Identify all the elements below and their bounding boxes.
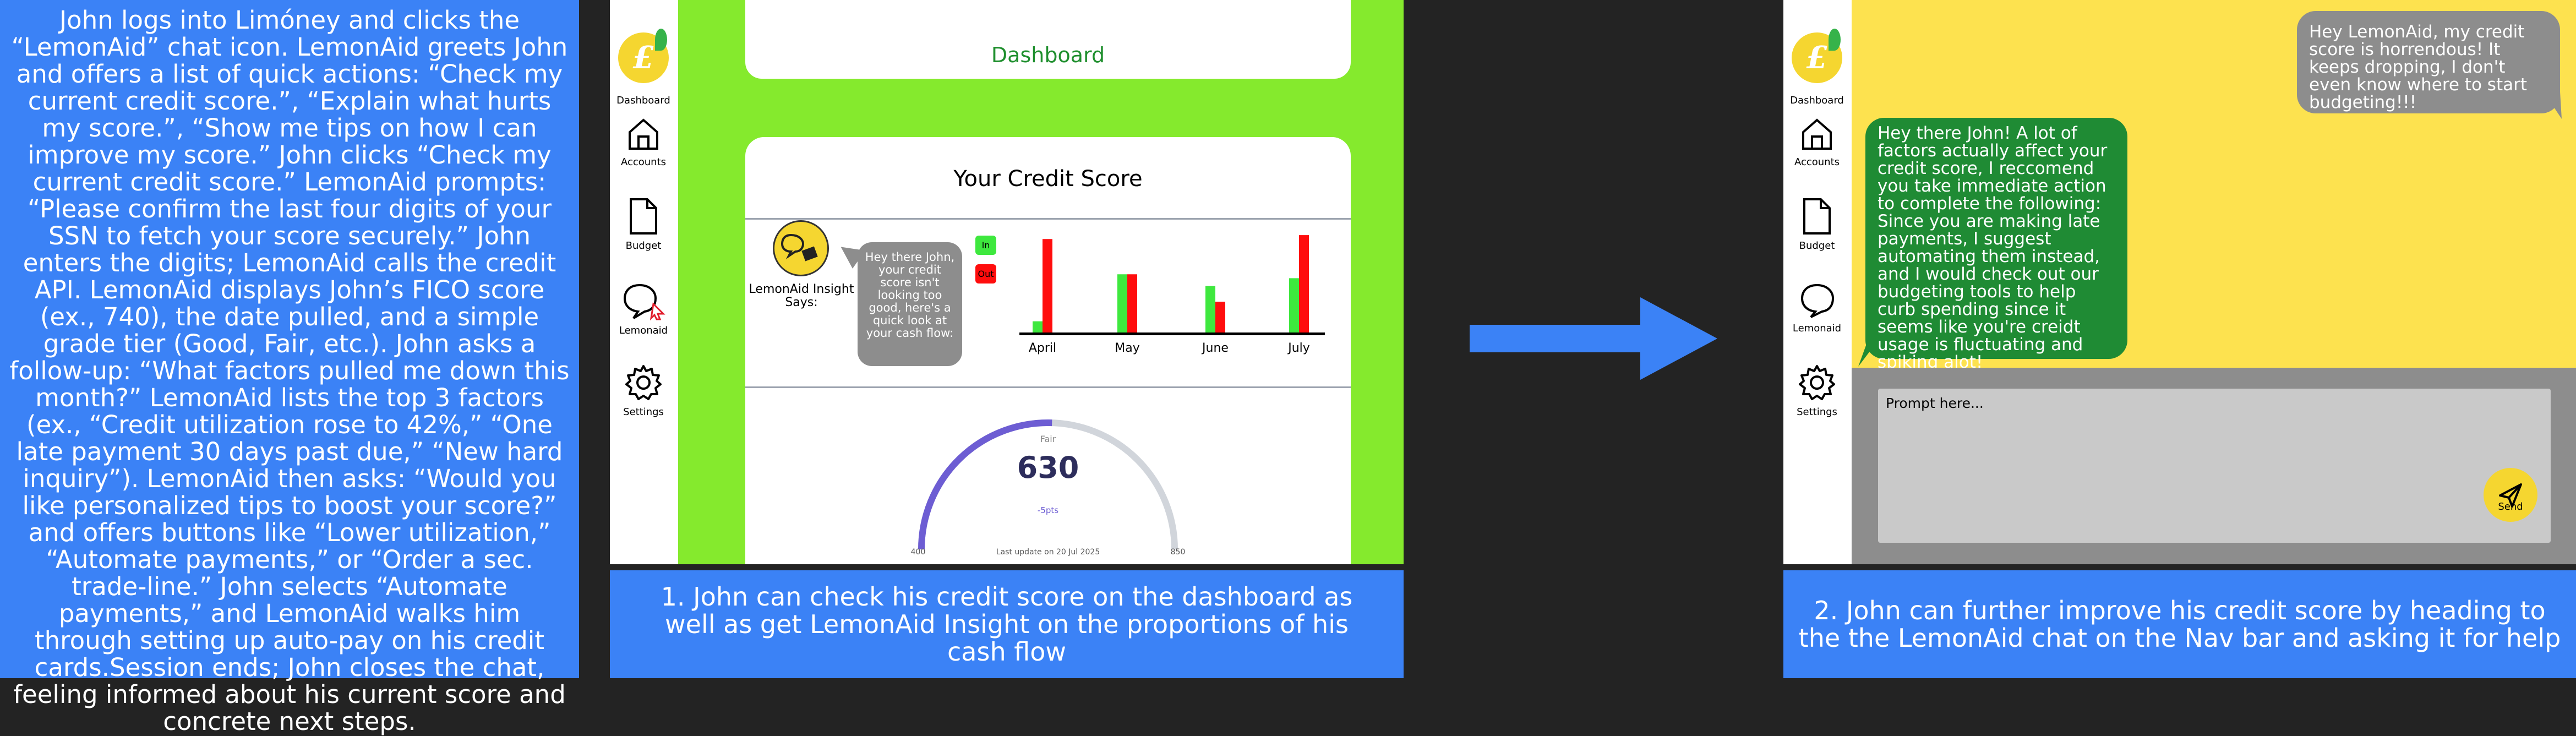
caption-text: 2. John can further improve his credit s… — [1798, 596, 2561, 653]
gear-icon — [625, 365, 662, 400]
nav-item-accounts[interactable]: Accounts — [1783, 116, 1851, 168]
caption-text: 1. John can check his credit score on th… — [661, 582, 1353, 667]
score-delta: -5pts — [1037, 505, 1059, 515]
nav-label: Accounts — [1794, 156, 1840, 168]
bar-in-may — [1117, 274, 1127, 333]
story-text: John logs into Limóney and clicks the “L… — [9, 6, 570, 736]
gauge-min: 400 — [910, 548, 926, 557]
nav-item-settings[interactable]: Settings — [1783, 363, 1851, 418]
bar-in-july — [1289, 278, 1299, 333]
nav-label: Settings — [1797, 406, 1837, 418]
nav-item-budget[interactable]: Budget — [610, 197, 677, 252]
nav-label: Dashboard — [1790, 95, 1844, 106]
document-icon — [1803, 198, 1831, 235]
caption-step-1: 1. John can check his credit score on th… — [610, 570, 1404, 678]
chat-icon — [623, 284, 665, 320]
bar-out-july — [1299, 235, 1309, 333]
divider — [745, 218, 1351, 220]
gauge-tier-label: Fair — [1040, 434, 1056, 444]
nav-item-budget[interactable]: Budget — [1783, 197, 1851, 252]
caption-step-2: 2. John can further improve his credit s… — [1783, 570, 2576, 678]
nav-item-lemonaid[interactable]: Lemonaid — [1783, 282, 1851, 334]
bar-out-june — [1215, 302, 1225, 333]
nav-item-lemonaid[interactable]: Lemonaid — [610, 282, 677, 336]
chart-x-axis — [1019, 332, 1325, 335]
x-tick-april: April — [1028, 341, 1057, 355]
dashboard-title: Dashboard — [991, 43, 1105, 67]
chat-icon — [781, 233, 818, 261]
nav-item-dashboard[interactable]: Dashboard — [610, 95, 677, 106]
lemonaid-avatar — [773, 220, 829, 276]
credit-score-title: Your Credit Score — [953, 166, 1143, 192]
arrow-right-icon — [1470, 297, 1717, 380]
credit-score-value: 630 — [1017, 450, 1079, 485]
nav-item-accounts[interactable]: Accounts — [610, 116, 677, 168]
nav-item-dashboard[interactable]: Dashboard — [1783, 95, 1851, 106]
nav-label: Lemonaid — [1792, 323, 1842, 334]
story-panel: John logs into Limóney and clicks the “L… — [0, 0, 579, 735]
home-icon — [629, 118, 658, 150]
legend-in: In — [975, 236, 996, 255]
nav-bar: £ Dashboard Accounts Budget Lemonaid Set… — [610, 0, 678, 564]
send-icon — [2499, 483, 2522, 508]
bot-message-bubble: Hey there John! A lot of factors actuall… — [1865, 118, 2127, 371]
x-tick-may: May — [1115, 341, 1140, 355]
prompt-input[interactable]: Prompt here... — [1878, 389, 2551, 543]
legend-out: Out — [975, 264, 996, 284]
document-icon — [630, 198, 657, 235]
nav-label: Settings — [623, 406, 664, 418]
bar-out-may — [1127, 274, 1137, 333]
insight-bubble: Hey there John, your credit score isn't … — [858, 242, 962, 366]
nav-label: Budget — [625, 240, 662, 252]
leaf-icon — [1829, 29, 1841, 51]
nav-label: Dashboard — [616, 95, 670, 106]
nav-label: Budget — [1799, 240, 1835, 252]
gauge-max: 850 — [1170, 548, 1186, 557]
nav-bar: £ Dashboard Accounts Budget Lemonaid Set… — [1783, 0, 1852, 564]
chat-icon — [1800, 284, 1835, 318]
bar-out-april — [1043, 239, 1052, 333]
leaf-icon — [655, 29, 667, 51]
nav-label: Accounts — [620, 156, 667, 168]
divider — [745, 386, 1351, 388]
bar-in-april — [1033, 321, 1043, 333]
logo-letter: £ — [632, 40, 654, 76]
send-label: Send — [2498, 501, 2523, 513]
gear-icon — [1799, 365, 1835, 400]
nav-item-settings[interactable]: Settings — [610, 363, 677, 418]
last-update: Last update on 20 Jul 2025 — [996, 548, 1100, 557]
cashflow-chart — [1033, 235, 1309, 333]
send-button[interactable] — [2484, 468, 2537, 522]
nav-label: Lemonaid — [619, 325, 668, 336]
x-tick-june: June — [1202, 341, 1229, 355]
home-icon — [1802, 118, 1832, 150]
x-tick-july: July — [1288, 341, 1310, 355]
bar-in-june — [1205, 286, 1215, 333]
logo-letter: £ — [1806, 40, 1828, 76]
user-message-bubble: Hey LemonAid, my credit score is horrend… — [2297, 11, 2560, 113]
insight-label: LemonAid Insight Says: — [749, 282, 854, 309]
